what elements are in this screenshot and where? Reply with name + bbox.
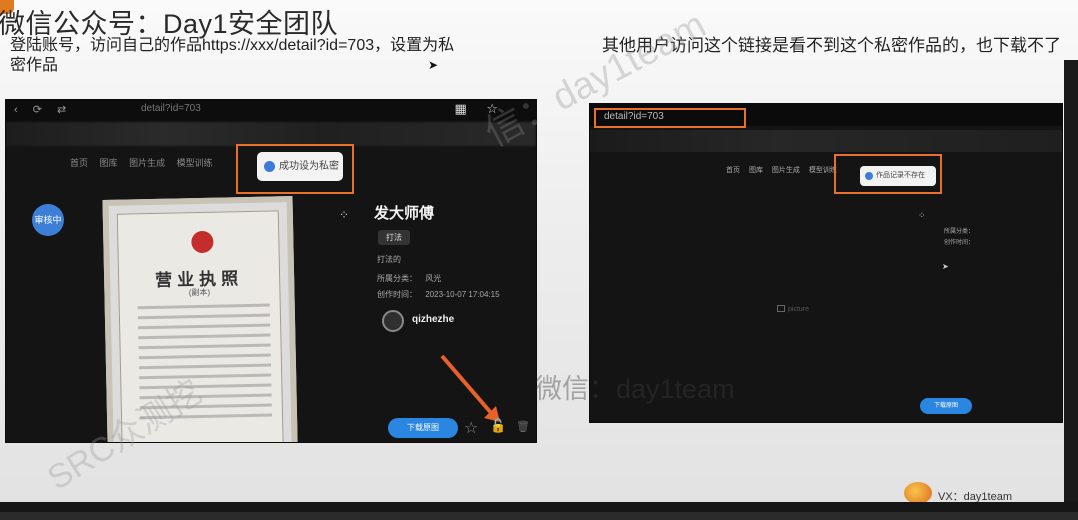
nav-item-image-gen[interactable]: 图片生成 <box>772 167 800 174</box>
nav-item-model-train[interactable]: 模型训练 <box>809 167 837 174</box>
category-row: 所属分类： 风光 <box>377 273 441 284</box>
photo-edge <box>1064 60 1078 512</box>
caption-left: 登陆账号，访问自己的作品https://xxx/detail?id=703，设置… <box>10 37 455 74</box>
download-button[interactable]: 下载原图 <box>388 418 458 438</box>
category-label: 所属分类： <box>377 274 417 283</box>
photo-edge <box>0 502 1078 512</box>
time-value: 2023-10-07 17:04:15 <box>425 290 500 299</box>
site-header <box>590 130 1062 152</box>
browser-nav-icons: ‹ ⟳ ⇄ <box>14 104 73 116</box>
time-row: 创作时间： 2023-10-07 17:04:15 <box>377 289 500 300</box>
nav-item-gallery[interactable]: 图库 <box>749 167 763 174</box>
status-badge: 审核中 <box>32 204 64 236</box>
license-subtitle: (副本) <box>188 287 211 298</box>
download-button[interactable]: 下载原图 <box>920 398 972 414</box>
watermark: 微信：day1team <box>535 374 735 404</box>
cursor-icon: ➤ <box>942 262 949 271</box>
toast-text: 成功设为私密 <box>279 161 339 172</box>
toast-message: 成功设为私密 <box>257 152 343 181</box>
broken-image-alt: picture <box>788 306 810 313</box>
info-icon <box>865 172 873 180</box>
site-nav: 首页 图库 图片生成 模型训练 <box>70 156 222 169</box>
toast-message: 作品记录不存在 <box>860 166 936 186</box>
address-bar[interactable]: detail?id=703 <box>141 103 201 114</box>
lock-icon[interactable]: 🔓 <box>490 418 506 434</box>
category-value: 风光 <box>425 274 442 283</box>
expand-icon[interactable]: ⁘ <box>918 210 926 221</box>
cursor-icon: ➤ <box>428 58 439 72</box>
time-label: 创作时间： <box>377 290 417 299</box>
category-label: 所属分类： <box>944 229 975 235</box>
annotation-arrow <box>440 354 500 422</box>
nav-item-home[interactable]: 首页 <box>726 167 740 174</box>
work-tag[interactable]: 打法 <box>378 230 410 245</box>
slide: 微信公众号：Day1安全团队 登陆账号，访问自己的作品https://xxx/d… <box>0 0 1078 512</box>
nav-item-model-train[interactable]: 模型训练 <box>177 158 213 168</box>
browser-bar: ‹ ⟳ ⇄ detail?id=703 ▦ ☆ <box>6 100 536 122</box>
work-title: 发大师傅 <box>374 205 435 222</box>
username[interactable]: qizhezhe <box>412 314 454 325</box>
avatar[interactable] <box>382 310 404 332</box>
expand-icon[interactable]: ⁘ <box>339 208 349 222</box>
time-label: 创作时间： <box>944 240 975 246</box>
emblem-icon <box>191 230 214 254</box>
address-bar[interactable]: detail?id=703 <box>604 111 664 122</box>
trash-icon[interactable]: 🗑 <box>516 420 530 433</box>
info-icon <box>264 161 275 172</box>
toast-text: 作品记录不存在 <box>876 172 925 179</box>
screenshot-owner-view: ‹ ⟳ ⇄ detail?id=703 ▦ ☆ 首页 图库 图片生成 模型训练 … <box>6 100 536 442</box>
nav-item-home[interactable]: 首页 <box>70 158 88 168</box>
nav-item-image-gen[interactable]: 图片生成 <box>129 158 165 168</box>
nav-item-gallery[interactable]: 图库 <box>100 158 118 168</box>
site-header <box>6 122 536 146</box>
favorite-icon[interactable]: ☆ <box>464 418 478 438</box>
broken-image-icon <box>777 305 785 312</box>
vx-logo-icon <box>904 482 932 504</box>
work-description: 打法的 <box>377 255 401 264</box>
site-nav: 首页 图库 图片生成 模型训练 <box>726 165 844 175</box>
